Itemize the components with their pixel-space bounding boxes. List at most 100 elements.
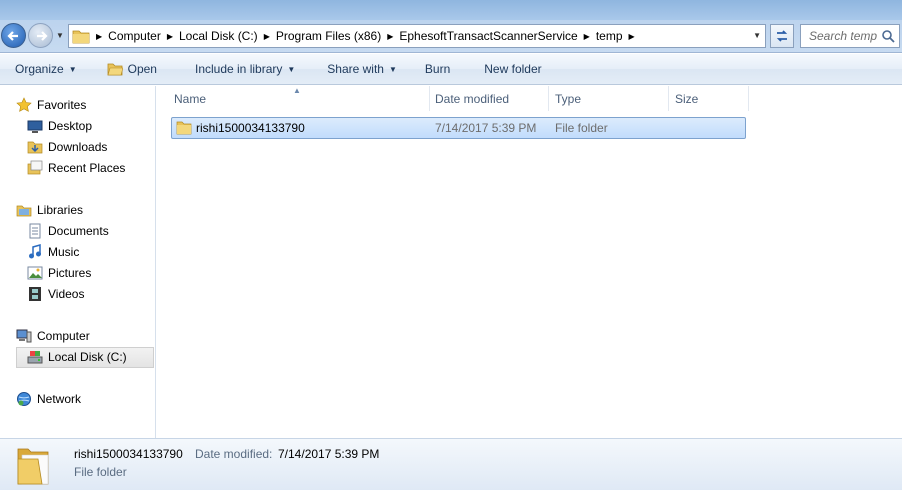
column-header-size[interactable]: Size xyxy=(669,86,749,111)
open-label: Open xyxy=(127,62,157,76)
breadcrumb-ephesoft-service[interactable]: EphesoftTransactScannerService xyxy=(399,29,577,43)
share-with-button[interactable]: Share with ▼ xyxy=(319,57,405,81)
back-arrow-icon xyxy=(6,30,18,41)
nav-label: Videos xyxy=(48,287,85,301)
address-row: ▼ ▶ Computer ▶ Local Disk (C:) ▶ Program… xyxy=(0,20,902,53)
address-history-dropdown[interactable]: ▼ xyxy=(753,31,761,40)
nav-label: Recent Places xyxy=(48,161,126,175)
downloads-folder-icon xyxy=(27,141,43,154)
include-in-library-button[interactable]: Include in library ▼ xyxy=(187,57,303,81)
details-date-label: Date modified: xyxy=(195,447,273,461)
address-bar[interactable]: ▶ Computer ▶ Local Disk (C:) ▶ Program F… xyxy=(68,24,766,48)
navigation-pane: Favorites Desktop Downloads Recent Place… xyxy=(0,86,156,438)
details-pane: rishi1500034133790 Date modified: 7/14/2… xyxy=(0,438,902,490)
nav-item-favorites[interactable]: Favorites xyxy=(16,95,86,115)
nav-item-pictures[interactable]: Pictures xyxy=(27,263,91,283)
nav-label: Pictures xyxy=(48,266,92,280)
film-strip-icon xyxy=(29,287,41,301)
nav-label: Computer xyxy=(37,329,90,343)
music-note-icon xyxy=(29,244,41,259)
nav-item-videos[interactable]: Videos xyxy=(27,284,84,304)
column-label: Type xyxy=(555,91,582,106)
title-bar xyxy=(0,0,902,20)
star-icon xyxy=(16,97,32,112)
nav-label: Music xyxy=(48,245,80,259)
breadcrumb-program-files[interactable]: Program Files (x86) xyxy=(276,29,381,43)
nav-item-downloads[interactable]: Downloads xyxy=(27,137,107,157)
nav-label: Local Disk (C:) xyxy=(48,350,127,364)
search-placeholder: Search temp xyxy=(809,29,878,43)
caret-down-icon: ▼ xyxy=(68,64,77,74)
organize-button[interactable]: Organize ▼ xyxy=(7,57,85,81)
breadcrumb-temp[interactable]: temp xyxy=(596,29,623,43)
network-icon xyxy=(17,392,31,406)
new-folder-label: New folder xyxy=(484,62,542,76)
folder-icon xyxy=(176,121,192,135)
breadcrumb-separator[interactable]: ▶ xyxy=(629,32,635,41)
nav-item-network[interactable]: Network xyxy=(16,389,81,409)
new-folder-button[interactable]: New folder xyxy=(476,57,549,81)
nav-label: Favorites xyxy=(37,98,87,112)
breadcrumb-separator[interactable]: ▶ xyxy=(264,32,270,41)
nav-item-libraries[interactable]: Libraries xyxy=(16,200,83,220)
burn-button[interactable]: Burn xyxy=(417,57,458,81)
computer-icon xyxy=(16,329,32,343)
documents-icon xyxy=(29,223,41,239)
command-toolbar: Organize ▼ Open Include in library ▼ Sha… xyxy=(0,54,902,85)
breadcrumb-computer[interactable]: Computer xyxy=(108,29,161,43)
desktop-icon xyxy=(27,120,43,133)
search-icon xyxy=(882,30,895,43)
column-header-type[interactable]: Type xyxy=(549,86,669,111)
nav-item-local-disk[interactable]: Local Disk (C:) xyxy=(27,347,127,367)
nav-label: Documents xyxy=(48,224,109,238)
breadcrumb-separator[interactable]: ▶ xyxy=(584,32,590,41)
forward-button[interactable] xyxy=(28,23,53,48)
folder-open-icon xyxy=(107,63,123,76)
libraries-icon xyxy=(16,205,32,217)
breadcrumb-separator[interactable]: ▶ xyxy=(96,32,102,41)
nav-item-computer[interactable]: Computer xyxy=(16,326,90,346)
file-type: File folder xyxy=(555,121,608,135)
details-item-type: File folder xyxy=(74,465,127,479)
search-input[interactable]: Search temp xyxy=(800,24,900,48)
large-folder-icon xyxy=(17,448,49,485)
nav-item-recent-places[interactable]: Recent Places xyxy=(27,158,125,178)
include-in-library-label: Include in library xyxy=(194,62,283,76)
nav-item-documents[interactable]: Documents xyxy=(27,221,109,241)
nav-item-desktop[interactable]: Desktop xyxy=(27,116,92,136)
refresh-button[interactable] xyxy=(770,24,794,48)
details-item-name: rishi1500034133790 xyxy=(74,447,183,461)
column-label: Date modified xyxy=(435,91,510,106)
breadcrumb-local-disk[interactable]: Local Disk (C:) xyxy=(179,29,258,43)
details-date-value: 7/14/2017 5:39 PM xyxy=(278,447,380,461)
column-label: Size xyxy=(675,91,699,106)
forward-arrow-icon xyxy=(36,30,48,41)
back-button[interactable] xyxy=(1,23,26,48)
nav-label: Network xyxy=(37,392,82,406)
caret-down-icon: ▼ xyxy=(388,64,397,74)
nav-label: Downloads xyxy=(48,140,108,154)
folder-icon xyxy=(72,30,90,44)
caret-down-icon: ▼ xyxy=(287,64,296,74)
file-date-modified: 7/14/2017 5:39 PM xyxy=(435,121,537,135)
burn-label: Burn xyxy=(424,62,451,76)
column-header-name[interactable]: Name xyxy=(168,86,430,111)
share-with-label: Share with xyxy=(327,62,384,76)
file-row[interactable]: rishi1500034133790 7/14/2017 5:39 PM Fil… xyxy=(171,117,746,139)
column-header-date-modified[interactable]: Date modified xyxy=(429,86,549,111)
open-button[interactable]: Open xyxy=(99,57,165,81)
breadcrumb-separator[interactable]: ▶ xyxy=(167,32,173,41)
pictures-icon xyxy=(27,266,43,280)
refresh-icon xyxy=(776,30,788,42)
file-name: rishi1500034133790 xyxy=(196,121,305,135)
nav-label: Libraries xyxy=(37,203,84,217)
column-label: Name xyxy=(174,91,207,106)
recent-places-icon xyxy=(27,160,43,175)
hard-drive-icon xyxy=(27,351,43,364)
file-list: ▲ Name Date modified Type Size rishi1500… xyxy=(157,86,902,438)
breadcrumb-separator[interactable]: ▶ xyxy=(387,32,393,41)
nav-item-music[interactable]: Music xyxy=(27,242,79,262)
recent-pages-dropdown[interactable]: ▼ xyxy=(55,31,65,41)
organize-label: Organize xyxy=(15,62,64,76)
nav-label: Desktop xyxy=(48,119,93,133)
